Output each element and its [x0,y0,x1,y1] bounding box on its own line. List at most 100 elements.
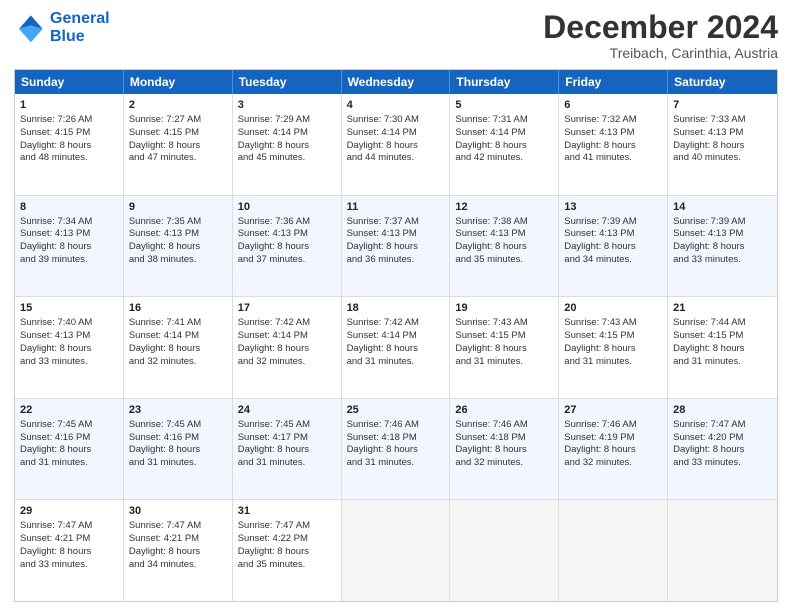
day-info: Sunrise: 7:27 AM [129,114,227,127]
day-info: Sunrise: 7:42 AM [238,317,336,330]
day-number: 29 [20,504,118,519]
day-number: 8 [20,200,118,215]
day-info: Sunset: 4:21 PM [129,533,227,546]
table-row: 11Sunrise: 7:37 AMSunset: 4:13 PMDayligh… [342,196,451,297]
table-row: 5Sunrise: 7:31 AMSunset: 4:14 PMDaylight… [450,94,559,195]
day-info: Sunrise: 7:46 AM [455,419,553,432]
day-info: and 48 minutes. [20,152,118,165]
day-info: Sunset: 4:13 PM [20,330,118,343]
day-info: Daylight: 8 hours [238,444,336,457]
day-number: 12 [455,200,553,215]
day-info: Sunrise: 7:44 AM [673,317,772,330]
day-info: Sunrise: 7:47 AM [673,419,772,432]
day-info: Sunset: 4:14 PM [347,330,445,343]
table-row: 31Sunrise: 7:47 AMSunset: 4:22 PMDayligh… [233,500,342,601]
table-row [559,500,668,601]
title-block: December 2024 Treibach, Carinthia, Austr… [543,10,778,61]
table-row: 12Sunrise: 7:38 AMSunset: 4:13 PMDayligh… [450,196,559,297]
day-info: Sunset: 4:14 PM [238,330,336,343]
day-info: Sunrise: 7:46 AM [347,419,445,432]
table-row: 15Sunrise: 7:40 AMSunset: 4:13 PMDayligh… [15,297,124,398]
day-info: Daylight: 8 hours [20,546,118,559]
day-info: Sunrise: 7:31 AM [455,114,553,127]
day-info: and 31 minutes. [347,457,445,470]
day-info: Sunset: 4:13 PM [564,127,662,140]
day-info: Sunrise: 7:35 AM [129,216,227,229]
table-row: 26Sunrise: 7:46 AMSunset: 4:18 PMDayligh… [450,399,559,500]
day-info: and 33 minutes. [673,254,772,267]
day-info: and 33 minutes. [20,559,118,572]
day-info: and 32 minutes. [564,457,662,470]
day-info: and 40 minutes. [673,152,772,165]
day-number: 26 [455,403,553,418]
calendar-body: 1Sunrise: 7:26 AMSunset: 4:15 PMDaylight… [15,94,777,601]
day-number: 16 [129,301,227,316]
day-info: and 45 minutes. [238,152,336,165]
header-wednesday: Wednesday [342,70,451,94]
day-number: 9 [129,200,227,215]
header-saturday: Saturday [668,70,777,94]
day-number: 7 [673,98,772,113]
day-number: 27 [564,403,662,418]
day-info: Sunrise: 7:39 AM [673,216,772,229]
day-number: 23 [129,403,227,418]
header-tuesday: Tuesday [233,70,342,94]
table-row: 22Sunrise: 7:45 AMSunset: 4:16 PMDayligh… [15,399,124,500]
day-info: Sunset: 4:15 PM [455,330,553,343]
day-info: Sunrise: 7:29 AM [238,114,336,127]
day-info: Sunset: 4:13 PM [238,228,336,241]
day-number: 1 [20,98,118,113]
table-row [342,500,451,601]
day-info: Daylight: 8 hours [20,241,118,254]
day-info: Daylight: 8 hours [673,444,772,457]
day-info: Sunset: 4:13 PM [20,228,118,241]
table-row [668,500,777,601]
day-info: and 31 minutes. [238,457,336,470]
calendar-row: 29Sunrise: 7:47 AMSunset: 4:21 PMDayligh… [15,499,777,601]
day-info: and 33 minutes. [673,457,772,470]
day-info: Daylight: 8 hours [347,343,445,356]
logo: General Blue [14,10,110,45]
calendar-header: Sunday Monday Tuesday Wednesday Thursday… [15,70,777,94]
day-info: Sunrise: 7:41 AM [129,317,227,330]
day-info: and 31 minutes. [455,356,553,369]
day-info: Sunset: 4:20 PM [673,432,772,445]
day-number: 11 [347,200,445,215]
day-number: 25 [347,403,445,418]
day-number: 6 [564,98,662,113]
day-info: Daylight: 8 hours [455,140,553,153]
day-number: 5 [455,98,553,113]
table-row: 9Sunrise: 7:35 AMSunset: 4:13 PMDaylight… [124,196,233,297]
subtitle: Treibach, Carinthia, Austria [543,45,778,61]
calendar-row: 8Sunrise: 7:34 AMSunset: 4:13 PMDaylight… [15,195,777,297]
day-info: Sunset: 4:17 PM [238,432,336,445]
day-info: Sunrise: 7:38 AM [455,216,553,229]
day-info: and 39 minutes. [20,254,118,267]
day-number: 10 [238,200,336,215]
table-row: 17Sunrise: 7:42 AMSunset: 4:14 PMDayligh… [233,297,342,398]
day-info: Sunrise: 7:34 AM [20,216,118,229]
day-info: Sunset: 4:18 PM [455,432,553,445]
day-number: 22 [20,403,118,418]
day-info: Sunset: 4:16 PM [20,432,118,445]
day-number: 24 [238,403,336,418]
day-info: and 34 minutes. [564,254,662,267]
day-info: Sunset: 4:13 PM [129,228,227,241]
day-info: Daylight: 8 hours [238,241,336,254]
table-row: 29Sunrise: 7:47 AMSunset: 4:21 PMDayligh… [15,500,124,601]
day-info: Sunset: 4:16 PM [129,432,227,445]
logo-blue: Blue [50,28,110,46]
day-number: 21 [673,301,772,316]
table-row: 23Sunrise: 7:45 AMSunset: 4:16 PMDayligh… [124,399,233,500]
day-info: and 31 minutes. [564,356,662,369]
day-info: Daylight: 8 hours [455,241,553,254]
day-info: and 32 minutes. [238,356,336,369]
day-info: Daylight: 8 hours [347,444,445,457]
table-row: 10Sunrise: 7:36 AMSunset: 4:13 PMDayligh… [233,196,342,297]
day-info: Daylight: 8 hours [564,241,662,254]
day-info: Daylight: 8 hours [129,241,227,254]
day-info: Sunset: 4:14 PM [455,127,553,140]
day-info: Sunset: 4:13 PM [347,228,445,241]
calendar-row: 22Sunrise: 7:45 AMSunset: 4:16 PMDayligh… [15,398,777,500]
day-number: 4 [347,98,445,113]
